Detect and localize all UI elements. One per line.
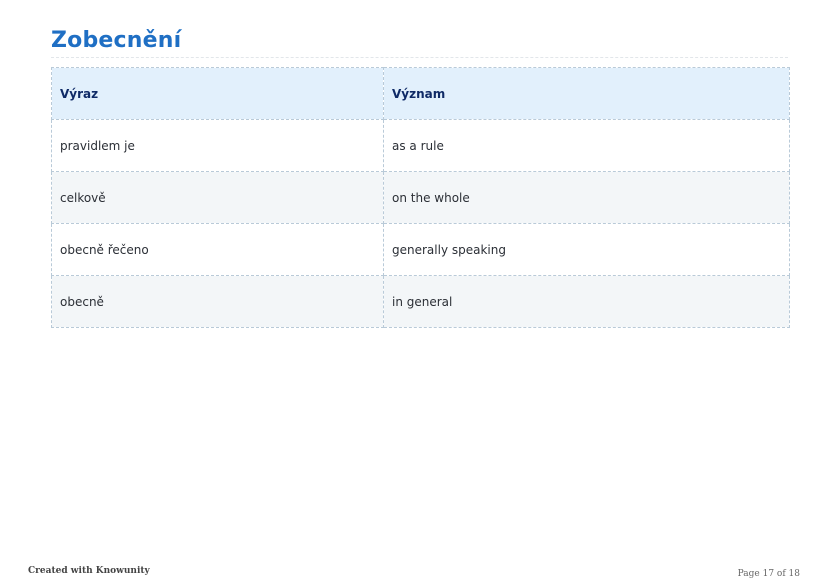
table-row: celkově on the whole <box>51 171 790 224</box>
table-row: obecně in general <box>51 275 790 328</box>
header-expression: Výraz <box>51 67 384 120</box>
title-divider <box>51 57 788 58</box>
meaning-cell: on the whole <box>383 171 790 224</box>
expression-cell: pravidlem je <box>51 119 384 172</box>
table-header-row: Výraz Význam <box>51 67 790 120</box>
expression-cell: obecně <box>51 275 384 328</box>
vocabulary-table: Výraz Význam pravidlem je as a rule celk… <box>51 67 790 328</box>
footer-credit: Created with Knowunity <box>28 566 150 576</box>
expression-cell: obecně řečeno <box>51 223 384 276</box>
page-number: Page 17 of 18 <box>737 569 800 579</box>
expression-cell: celkově <box>51 171 384 224</box>
page-title: Zobecnění <box>51 28 182 53</box>
meaning-cell: as a rule <box>383 119 790 172</box>
meaning-cell: in general <box>383 275 790 328</box>
meaning-cell: generally speaking <box>383 223 790 276</box>
table-row: pravidlem je as a rule <box>51 119 790 172</box>
header-meaning: Význam <box>383 67 790 120</box>
table-row: obecně řečeno generally speaking <box>51 223 790 276</box>
